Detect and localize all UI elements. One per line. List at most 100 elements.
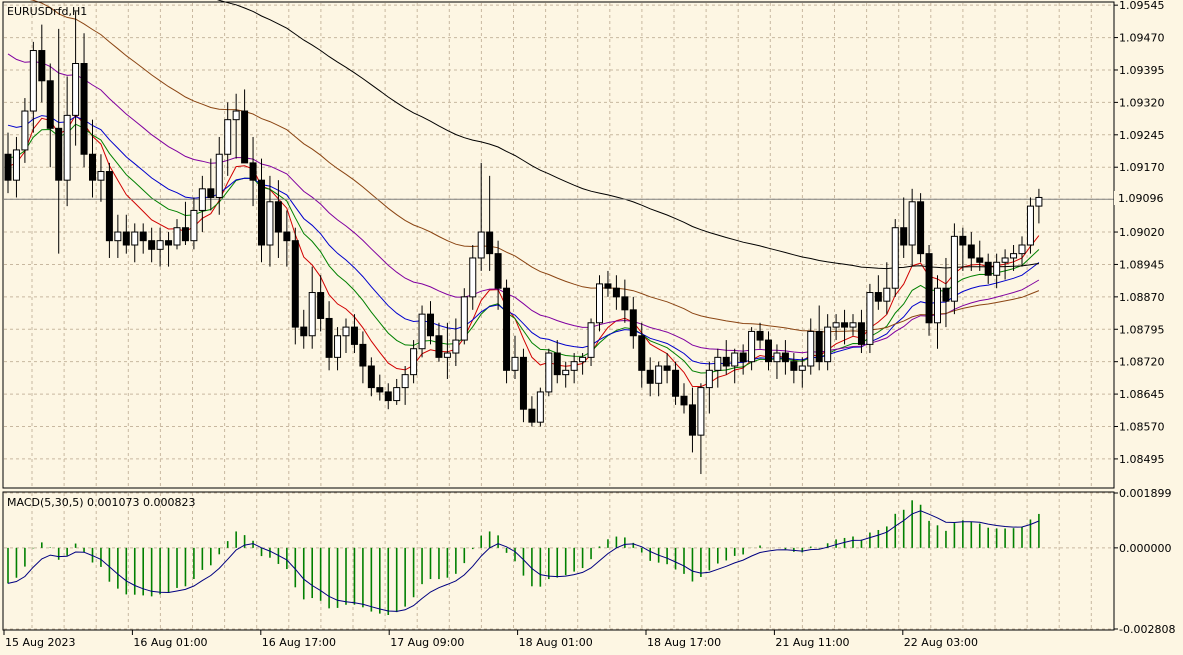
candle-body: [300, 326, 308, 337]
candle-body: [131, 231, 139, 246]
candle-body: [638, 335, 646, 371]
candle-body: [748, 330, 756, 363]
candle-body: [4, 153, 12, 181]
candle-body: [798, 365, 806, 371]
candle-body: [967, 244, 975, 259]
candle-body: [283, 231, 291, 242]
candle-body: [841, 322, 849, 328]
candle-body: [469, 257, 477, 298]
candle-body: [807, 330, 815, 367]
candle-body: [207, 188, 215, 198]
candle-body: [376, 387, 384, 393]
time-tick-label: 18 Aug 17:00: [647, 636, 721, 649]
time-tick-label: 18 Aug 01:00: [519, 636, 593, 649]
candle-body: [359, 343, 367, 367]
time-tick-label: 21 Aug 11:00: [775, 636, 849, 649]
candle-body: [773, 352, 781, 363]
candle-body: [308, 292, 316, 337]
price-tick-label: 1.08645: [1119, 388, 1165, 401]
candle-body: [655, 365, 663, 384]
candle-body: [993, 261, 1001, 276]
candle-body: [350, 326, 358, 345]
time-tick-label: 16 Aug 01:00: [133, 636, 207, 649]
time-tick-label: 15 Aug 2023: [5, 636, 75, 649]
candle-body: [849, 322, 857, 328]
candle-body: [621, 296, 629, 311]
trading-chart[interactable]: EURUSDrfd,H1 MACD(5,30,5) 0.001073 0.000…: [0, 0, 1183, 655]
price-tick-label: 1.09245: [1119, 129, 1165, 142]
price-tick-label: 1.09545: [1119, 0, 1165, 12]
candle-body: [596, 283, 603, 324]
candle-body: [317, 292, 325, 319]
candle-body: [139, 231, 147, 242]
time-tick-label: 17 Aug 09:00: [390, 636, 464, 649]
candle-body: [1026, 205, 1034, 246]
candle-body: [1035, 196, 1043, 207]
candle-body: [452, 339, 460, 354]
candle-body: [325, 317, 333, 358]
candle-body: [427, 313, 434, 337]
candle-body: [55, 127, 63, 181]
candle-body: [393, 387, 401, 402]
candle: [925, 245, 933, 336]
candle-body: [224, 119, 232, 155]
price-tick-label: 1.09020: [1119, 226, 1165, 239]
candle-body: [1010, 253, 1018, 259]
candle-body: [824, 326, 832, 363]
candle-body: [274, 201, 282, 233]
candle-body: [12, 149, 20, 181]
candle-body: [917, 201, 925, 255]
candle-body: [790, 361, 798, 371]
price-tick-label: 1.09395: [1119, 64, 1165, 77]
candle-body: [232, 110, 240, 121]
price-tick-label: 1.09320: [1119, 96, 1165, 109]
candle-body: [705, 369, 713, 389]
candle-body: [832, 322, 840, 328]
candle-body: [486, 231, 494, 255]
candle: [536, 387, 544, 427]
candle: [460, 288, 468, 345]
candle-body: [553, 352, 561, 376]
candle-body: [291, 240, 299, 328]
candle: [596, 275, 603, 332]
candle: [866, 283, 874, 354]
candle-body: [739, 352, 747, 363]
candle-body: [976, 257, 984, 263]
candle-body: [435, 335, 443, 358]
candle-body: [241, 110, 249, 164]
candle-body: [672, 369, 680, 397]
candle-body: [148, 240, 156, 250]
candle-body: [815, 330, 823, 363]
candle-body: [114, 231, 122, 242]
candle-body: [646, 369, 654, 384]
candle-body: [443, 352, 451, 358]
candle-body: [756, 330, 764, 341]
candle-body: [165, 240, 173, 246]
candle-body: [494, 253, 502, 289]
candle-body: [934, 287, 941, 324]
candle-body: [46, 80, 54, 129]
candle-body: [511, 356, 519, 371]
candle-body: [105, 171, 113, 242]
price-tick-label: 1.08720: [1119, 356, 1165, 369]
price-axis: 1.09545 1.09470 1.09395 1.09320 1.09245 1.091…: [1114, 0, 1165, 466]
candle-body: [731, 352, 739, 367]
candle-body: [604, 283, 612, 289]
candle-body: [181, 227, 189, 242]
candle-body: [908, 201, 916, 246]
candle-body: [519, 356, 527, 410]
candle-body: [410, 348, 418, 376]
candle-body: [156, 240, 164, 250]
candle-body: [97, 171, 105, 181]
candle-body: [765, 339, 772, 363]
candle-body: [528, 408, 536, 423]
time-tick-label: 16 Aug 17:00: [262, 636, 336, 649]
price-tick-label: 1.09470: [1119, 32, 1165, 45]
candle-body: [249, 162, 257, 181]
candle-body: [984, 261, 992, 276]
candle-body: [883, 287, 891, 302]
price-tick-label: 1.08945: [1119, 258, 1165, 271]
candle-body: [680, 395, 688, 406]
candle-body: [950, 235, 958, 302]
macd-tick-label: -0.002808: [1119, 623, 1175, 636]
